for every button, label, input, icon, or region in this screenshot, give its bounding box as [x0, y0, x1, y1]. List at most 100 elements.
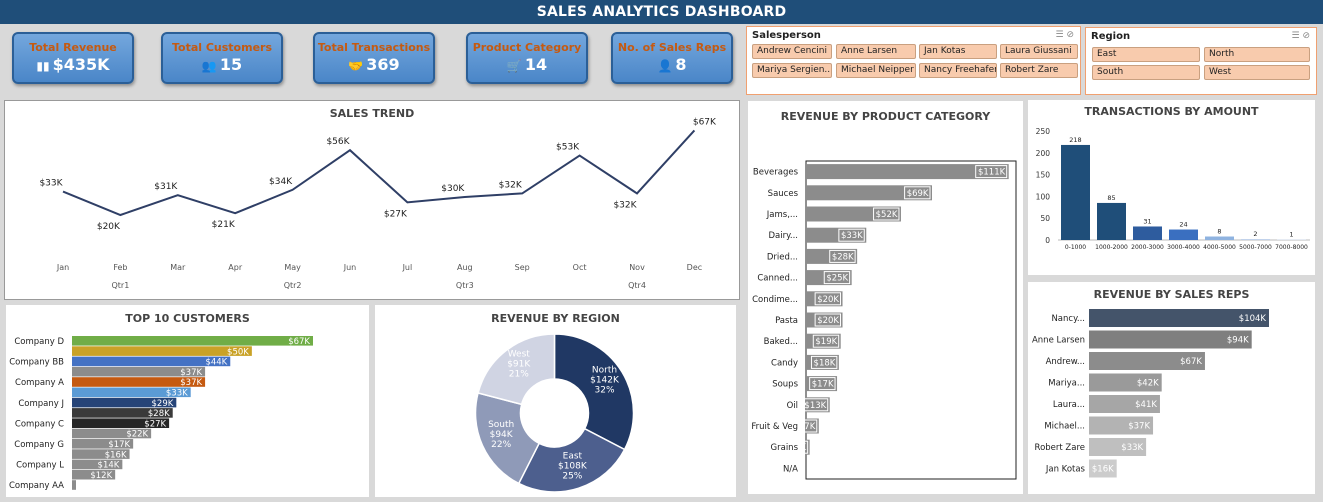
kpi-sales-reps[interactable]: No. of Sales Reps 👤 8	[611, 32, 733, 84]
revenue-reps-chart: $104K Nancy... $94K Anne Larsen $67K Andrew..…	[1032, 309, 1269, 478]
kpi-value: 14	[524, 55, 548, 74]
multi-select-icon[interactable]: ☰	[1056, 30, 1064, 40]
data-label: $31K	[154, 182, 178, 192]
bar-value-label: 85	[1107, 194, 1115, 202]
bar-value-label: $50K	[227, 347, 249, 357]
clear-filter-icon[interactable]: ⊘	[1302, 31, 1310, 41]
handshake-icon: 🤝	[348, 59, 364, 73]
clear-filter-icon[interactable]: ⊘	[1066, 30, 1074, 40]
kpi-label: Product Category	[472, 41, 582, 54]
data-label: $33K	[39, 179, 63, 189]
data-label: $34K	[269, 177, 293, 187]
kpi-label: Total Customers	[171, 41, 273, 54]
bar-value-label: $27K	[144, 419, 166, 429]
bar-value-label: $28K	[832, 252, 854, 262]
bar-value-label: 31	[1143, 217, 1151, 225]
kpi-product-category[interactable]: Product Category 🛒 14	[466, 32, 588, 84]
x-tick-label: Jun	[343, 263, 357, 272]
x-tick-label: Mar	[170, 263, 186, 272]
slicer-item-laura-giussani[interactable]: Laura Giussani	[1000, 44, 1078, 59]
x-tick-label: Nov	[629, 263, 645, 272]
category-label: Baked...	[764, 337, 798, 347]
amount-bar	[1133, 226, 1162, 240]
rep-label: Mariya...	[1048, 379, 1085, 389]
bar-value-label: $111K	[978, 168, 1006, 178]
kpi-total-customers[interactable]: Total Customers 👥 15	[161, 32, 283, 84]
bar-value-label: $22K	[126, 430, 148, 440]
kpi-total-transactions[interactable]: Total Transactions 🤝 369	[313, 32, 435, 84]
slicer-item-andrew-cencini[interactable]: Andrew Cencini	[752, 44, 832, 59]
revenue-category-panel: REVENUE BY PRODUCT CATEGORY $111K Beverag…	[748, 101, 1023, 494]
kpi-total-revenue[interactable]: Total Revenue ▮▮ $435K	[12, 32, 134, 84]
quarter-label: Qtr1	[111, 281, 129, 290]
slice-value-label: $108K	[558, 462, 588, 472]
slicer-title: Region	[1091, 31, 1131, 42]
bar-value-label: $28K	[148, 409, 170, 419]
x-tick-label: 3000-4000	[1167, 244, 1200, 251]
bar-value-label: 1	[1289, 231, 1293, 239]
bar-value-label: $41K	[1135, 400, 1157, 410]
bar-value-label: $37K	[180, 368, 202, 378]
rep-label: Andrew...	[1046, 357, 1085, 367]
bar-value-label: $18K	[814, 358, 836, 368]
bar-value-label: $67K	[288, 337, 310, 347]
bar-value-label: $37K	[180, 378, 202, 388]
slicer-item-michael-neipper[interactable]: Michael Neipper	[836, 63, 916, 78]
bar-value-label: $16K	[1092, 465, 1114, 475]
slicer-item-north[interactable]: North	[1204, 47, 1310, 62]
quarter-label: Qtr4	[628, 281, 646, 290]
slicer-item-south[interactable]: South	[1092, 65, 1200, 80]
customer-label: Company A	[15, 378, 64, 388]
slicer-item-robert-zare[interactable]: Robert Zare	[1000, 63, 1078, 78]
slice-pct-label: 25%	[562, 472, 582, 482]
category-label: Canned...	[757, 274, 798, 284]
slice-category-label: North	[592, 366, 617, 376]
slice-pct-label: 22%	[491, 440, 511, 450]
kpi-value: 369	[366, 55, 400, 74]
y-tick-label: 0	[1045, 236, 1050, 245]
customer-label: Company G	[14, 440, 64, 450]
bar-value-label: $20K	[817, 316, 839, 326]
bar-value-label: $69K	[907, 189, 929, 199]
slicer-item-mariya[interactable]: Mariya Sergien...	[752, 63, 832, 78]
x-tick-label: 0-1000	[1065, 244, 1086, 251]
y-tick-label: 200	[1036, 149, 1051, 158]
y-tick-label: 150	[1036, 171, 1051, 180]
x-tick-label: 7000-8000	[1275, 244, 1308, 251]
data-label: $32K	[613, 200, 637, 210]
revenue-reps-panel: REVENUE BY SALES REPS $104K Nancy... $94K A…	[1028, 282, 1315, 494]
bar-value-label: $33K	[1121, 443, 1143, 453]
bar-value-label: 2	[1253, 230, 1257, 238]
rep-label: Laura...	[1053, 400, 1085, 410]
slicer-item-anne-larsen[interactable]: Anne Larsen	[836, 44, 916, 59]
x-tick-label: Oct	[573, 263, 587, 272]
slice-category-label: South	[488, 420, 514, 430]
kpi-label: Total Revenue	[29, 41, 117, 54]
bar-value-label: $20K	[817, 295, 839, 305]
x-tick-label: Apr	[228, 263, 243, 272]
slicer-item-west[interactable]: West	[1204, 65, 1310, 80]
y-tick-label: 50	[1040, 214, 1050, 223]
slicer-item-jan-kotas[interactable]: Jan Kotas	[919, 44, 997, 59]
data-label: $53K	[556, 143, 580, 153]
dashboard-title: SALES ANALYTICS DASHBOARD	[0, 0, 1323, 24]
slicer-item-nancy-freehafer[interactable]: Nancy Freehafer	[919, 63, 997, 78]
customer-label: Company AA	[9, 481, 64, 491]
category-label: Dairy...	[768, 231, 798, 241]
rep-label: Michael...	[1044, 422, 1085, 432]
y-tick-label: 100	[1036, 192, 1051, 201]
x-tick-label: Jul	[402, 263, 413, 272]
customer-label: Company J	[18, 399, 64, 409]
bar-value-label: 218	[1069, 136, 1081, 144]
data-label: $20K	[97, 222, 121, 232]
slicer-item-east[interactable]: East	[1092, 47, 1200, 62]
bar-value-label: $37K	[1128, 422, 1150, 432]
data-label: $56K	[326, 137, 350, 147]
x-tick-label: May	[284, 263, 301, 272]
x-tick-label: 1000-2000	[1095, 244, 1128, 251]
sales-trend-panel: SALES TREND $33K Jan $20K Feb $31K Mar $21K Apr…	[4, 100, 740, 300]
category-label: N/A	[783, 464, 798, 474]
quarter-label: Qtr2	[284, 281, 302, 290]
bar-value-label: $104K	[1239, 314, 1267, 324]
multi-select-icon[interactable]: ☰	[1292, 31, 1300, 41]
